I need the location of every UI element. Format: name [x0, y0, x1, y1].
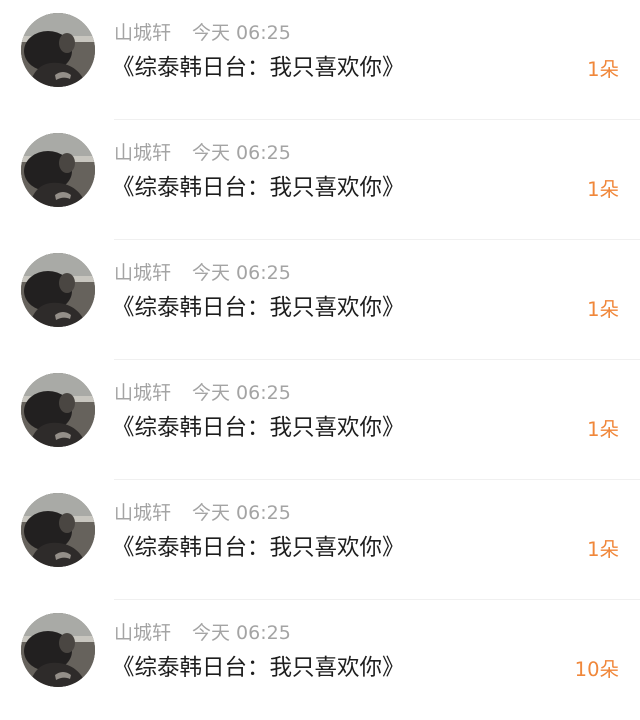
- avatar[interactable]: [21, 13, 95, 87]
- gift-count: 1朵: [587, 538, 619, 561]
- list-item[interactable]: 山城轩 今天 06:25 《综泰韩日台：我只喜欢你》 10朵: [0, 600, 640, 720]
- item-title[interactable]: 《综泰韩日台：我只喜欢你》: [112, 293, 405, 323]
- item-title[interactable]: 《综泰韩日台：我只喜欢你》: [112, 653, 405, 683]
- gift-count: 1朵: [587, 418, 619, 441]
- timestamp: 今天 06:25: [192, 262, 291, 284]
- item-title[interactable]: 《综泰韩日台：我只喜欢你》: [112, 533, 405, 563]
- username[interactable]: 山城轩: [114, 381, 192, 405]
- avatar[interactable]: [21, 493, 95, 567]
- username[interactable]: 山城轩: [114, 141, 192, 165]
- username[interactable]: 山城轩: [114, 21, 192, 45]
- meta-line: 山城轩 今天 06:25: [114, 381, 291, 405]
- gift-count: 10朵: [574, 658, 619, 681]
- meta-line: 山城轩 今天 06:25: [114, 141, 291, 165]
- gift-count: 1朵: [587, 58, 619, 81]
- username[interactable]: 山城轩: [114, 261, 192, 285]
- meta-line: 山城轩 今天 06:25: [114, 621, 291, 645]
- timestamp: 今天 06:25: [192, 382, 291, 404]
- avatar[interactable]: [21, 253, 95, 327]
- avatar[interactable]: [21, 613, 95, 687]
- timestamp: 今天 06:25: [192, 622, 291, 644]
- timestamp: 今天 06:25: [192, 22, 291, 44]
- gift-record-list: 山城轩 今天 06:25 《综泰韩日台：我只喜欢你》 1朵 山城轩 今天 06:25…: [0, 0, 640, 705]
- username[interactable]: 山城轩: [114, 621, 192, 645]
- list-item[interactable]: 山城轩 今天 06:25 《综泰韩日台：我只喜欢你》 1朵: [0, 360, 640, 480]
- timestamp: 今天 06:25: [192, 502, 291, 524]
- list-item[interactable]: 山城轩 今天 06:25 《综泰韩日台：我只喜欢你》 1朵: [0, 480, 640, 600]
- meta-line: 山城轩 今天 06:25: [114, 261, 291, 285]
- list-item[interactable]: 山城轩 今天 06:25 《综泰韩日台：我只喜欢你》 1朵: [0, 120, 640, 240]
- gift-count: 1朵: [587, 178, 619, 201]
- avatar[interactable]: [21, 133, 95, 207]
- meta-line: 山城轩 今天 06:25: [114, 501, 291, 525]
- timestamp: 今天 06:25: [192, 142, 291, 164]
- meta-line: 山城轩 今天 06:25: [114, 21, 291, 45]
- item-title[interactable]: 《综泰韩日台：我只喜欢你》: [112, 53, 405, 83]
- list-item[interactable]: 山城轩 今天 06:25 《综泰韩日台：我只喜欢你》 1朵: [0, 0, 640, 120]
- item-title[interactable]: 《综泰韩日台：我只喜欢你》: [112, 413, 405, 443]
- list-item[interactable]: 山城轩 今天 06:25 《综泰韩日台：我只喜欢你》 1朵: [0, 240, 640, 360]
- item-title[interactable]: 《综泰韩日台：我只喜欢你》: [112, 173, 405, 203]
- username[interactable]: 山城轩: [114, 501, 192, 525]
- avatar[interactable]: [21, 373, 95, 447]
- gift-count: 1朵: [587, 298, 619, 321]
